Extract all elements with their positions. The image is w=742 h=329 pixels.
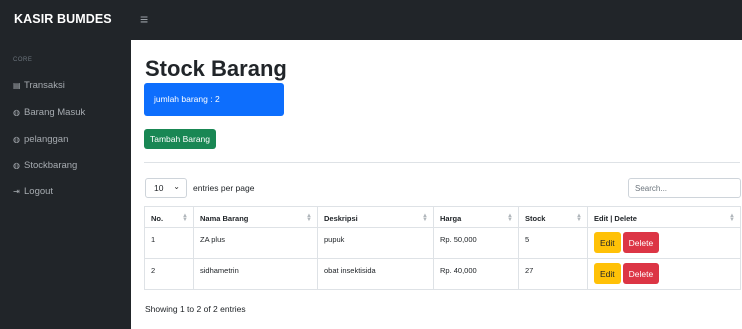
column-header-stock[interactable]: Stock ▲ ▼ <box>518 206 588 228</box>
cell-actions: Edit Delete <box>587 227 741 259</box>
edit-button[interactable]: Edit <box>594 232 621 253</box>
sidebar-item-label: Transaksi <box>24 80 65 91</box>
cell-nama-barang: sidhametrin <box>193 258 318 290</box>
column-header-actions[interactable]: Edit | Delete ▲ ▼ <box>587 206 741 228</box>
delete-button[interactable]: Delete <box>622 263 660 284</box>
sidebar: CORE ▤ Transaksi ◍ Barang Masuk ◍ pelang… <box>0 40 131 329</box>
cell-harga: Rp. 40,000 <box>433 258 519 290</box>
divider <box>144 162 740 163</box>
page-title: Stock Barang <box>145 56 287 81</box>
column-header-nama-barang[interactable]: Nama Barang ▲ ▼ <box>193 206 318 228</box>
table-icon: ▤ <box>13 81 21 90</box>
sort-icon: ▲ ▼ <box>306 213 312 223</box>
search-input[interactable] <box>628 178 741 198</box>
sidebar-heading: CORE <box>13 57 33 63</box>
edit-button[interactable]: Edit <box>594 263 621 284</box>
cell-deskripsi: obat insektisida <box>317 258 434 290</box>
table-header-row: No. ▲ ▼ Nama Barang ▲ ▼ Deskripsi ▲ ▼ Harga ▲ ▼ … <box>144 206 741 228</box>
cell-deskripsi: pupuk <box>317 227 434 259</box>
entries-per-page-label: entries per page <box>193 183 255 193</box>
sort-icon: ▲ ▼ <box>182 213 188 223</box>
gauge-icon: ◍ <box>13 161 20 170</box>
sidebar-item-pelanggan[interactable]: ◍ pelanggan <box>13 134 68 145</box>
cell-harga: Rp. 50,000 <box>433 227 519 259</box>
delete-button[interactable]: Delete <box>622 232 660 253</box>
cell-stock: 5 <box>518 227 588 259</box>
sort-icon: ▲ ▼ <box>422 213 428 223</box>
column-header-no[interactable]: No. ▲ ▼ <box>144 206 194 228</box>
sidebar-item-label: Barang Masuk <box>24 107 86 118</box>
table-info: Showing 1 to 2 of 2 entries <box>145 304 246 314</box>
sort-icon: ▲ ▼ <box>507 213 513 223</box>
top-navbar: KASIR BUMDES ≡ <box>0 0 742 40</box>
brand-title[interactable]: KASIR BUMDES <box>14 12 112 26</box>
cell-nama-barang: ZA plus <box>193 227 318 259</box>
gauge-icon: ◍ <box>13 108 20 117</box>
cell-no: 1 <box>144 227 194 259</box>
hamburger-icon[interactable]: ≡ <box>140 9 148 29</box>
column-header-deskripsi[interactable]: Deskripsi ▲ ▼ <box>317 206 434 228</box>
entries-value: 10 <box>154 183 164 193</box>
chevron-down-icon: ⌄ <box>173 182 180 191</box>
sidebar-item-label: Stockbarang <box>24 160 78 171</box>
table-row: 2 sidhametrin obat insektisida Rp. 40,00… <box>144 258 741 290</box>
item-count-card: jumlah barang : 2 <box>144 83 284 116</box>
sort-icon: ▲ ▼ <box>576 213 582 223</box>
sidebar-item-label: Logout <box>24 186 54 197</box>
sidebar-item-label: pelanggan <box>24 134 69 145</box>
gauge-icon: ◍ <box>13 135 20 144</box>
logout-icon: ⇥ <box>13 187 20 196</box>
cell-no: 2 <box>144 258 194 290</box>
stock-table: No. ▲ ▼ Nama Barang ▲ ▼ Deskripsi ▲ ▼ Harga ▲ ▼ … <box>144 206 741 290</box>
main-content: Stock Barang jumlah barang : 2 Tambah Ba… <box>131 40 742 329</box>
cell-stock: 27 <box>518 258 588 290</box>
sort-icon: ▲ ▼ <box>729 213 735 223</box>
table-row: 1 ZA plus pupuk Rp. 50,000 5 Edit Delete <box>144 227 741 259</box>
sidebar-item-transaksi[interactable]: ▤ Transaksi <box>13 80 65 91</box>
sidebar-item-stockbarang[interactable]: ◍ Stockbarang <box>13 160 77 171</box>
sidebar-item-logout[interactable]: ⇥ Logout <box>13 186 53 197</box>
entries-per-page-select[interactable]: 10 ⌄ <box>145 178 187 198</box>
sidebar-item-barang-masuk[interactable]: ◍ Barang Masuk <box>13 107 85 118</box>
add-item-button[interactable]: Tambah Barang <box>144 129 217 149</box>
cell-actions: Edit Delete <box>587 258 741 290</box>
column-header-harga[interactable]: Harga ▲ ▼ <box>433 206 519 228</box>
